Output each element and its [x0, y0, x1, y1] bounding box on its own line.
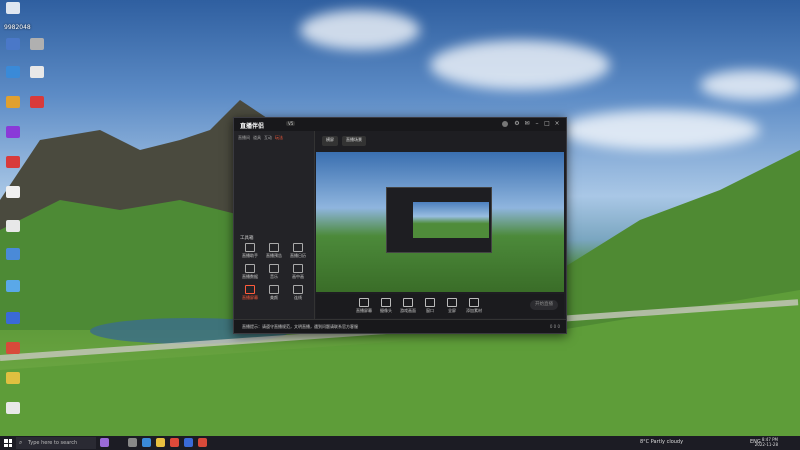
control-fullscreen[interactable]: 全屏	[442, 298, 462, 314]
close-icon[interactable]: ×	[554, 121, 560, 127]
clock-date: 2022-11-28	[754, 442, 778, 447]
desktop-icon[interactable]	[2, 186, 24, 204]
tool-item[interactable]: 直播屏幕	[238, 285, 262, 301]
desktop-icon[interactable]	[26, 66, 48, 84]
tab-2[interactable]: 道具	[253, 135, 261, 143]
tab-1[interactable]: 直播间	[238, 135, 250, 143]
tool-item[interactable]: 直播助手	[238, 243, 262, 259]
taskbar-search[interactable]: ⌕ Type here to search	[16, 437, 96, 449]
chrome-icon[interactable]	[170, 438, 179, 447]
start-live-button[interactable]: 开始直播	[530, 300, 558, 310]
control-game[interactable]: 游戏画面	[398, 298, 418, 314]
search-icon: ⌕	[19, 439, 23, 446]
desktop-background: 9982048 直播伴侣 V5 ⚙ ✉ – □ × 直播间 道具 互动 玩法 工…	[0, 0, 800, 436]
tool-item[interactable]: 直播预告	[262, 243, 286, 259]
desktop-number: 9982048	[4, 24, 31, 31]
desktop-icon[interactable]	[2, 126, 24, 144]
tool-icon	[269, 264, 279, 273]
tool-icon	[245, 285, 255, 294]
tool-item[interactable]: 美颜	[262, 285, 286, 301]
tool-icon	[293, 264, 303, 273]
live-streaming-app-window[interactable]: 直播伴侣 V5 ⚙ ✉ – □ × 直播间 道具 互动 玩法 工具箱 直播助手 …	[233, 117, 567, 334]
tool-icon	[245, 243, 255, 252]
desktop-icon[interactable]	[2, 312, 24, 330]
nested-app-window	[386, 187, 492, 253]
search-placeholder: Type here to search	[28, 440, 78, 446]
preview-top-row: 横屏 直播场景	[322, 136, 366, 146]
desktop-icon[interactable]	[2, 2, 24, 20]
control-add-material[interactable]: 添加素材	[464, 298, 484, 314]
app-icon[interactable]	[184, 438, 193, 447]
desktop-icon[interactable]	[2, 280, 24, 298]
edge-icon[interactable]	[142, 438, 151, 447]
tool-item[interactable]: 连线	[286, 285, 310, 301]
status-metrics: 0 0 0	[549, 324, 560, 329]
taskbar: ⌕ Type here to search 8°C Partly cloudy …	[0, 436, 800, 450]
tool-icon	[269, 285, 279, 294]
app-icon[interactable]	[100, 438, 109, 447]
tab-4[interactable]: 玩法	[275, 135, 283, 143]
tool-item[interactable]: 音乐	[262, 264, 286, 280]
tool-icon	[269, 243, 279, 252]
clock[interactable]: 8:47 PM 2022-11-28	[755, 437, 778, 447]
side-tabs: 直播间 道具 互动 玩法	[238, 135, 310, 143]
windows-start-icon[interactable]	[4, 439, 12, 447]
scene-pill[interactable]: 直播场景	[342, 136, 366, 146]
desktop-icon[interactable]	[2, 96, 24, 114]
tool-grid: 直播助手 直播预告 直播日历 直播数据 音乐 画中画 直播屏幕 美颜 连线	[238, 243, 310, 301]
tab-3[interactable]: 互动	[264, 135, 272, 143]
control-bar: 直播屏幕 摄像头 游戏画面 窗口 全屏 添加素材 开始直播	[316, 294, 564, 318]
maximize-icon[interactable]: □	[544, 121, 550, 127]
desktop-icon[interactable]	[2, 372, 24, 390]
control-camera[interactable]: 摄像头	[376, 298, 396, 314]
tool-item[interactable]: 画中画	[286, 264, 310, 280]
status-text: 直播提示：请遵守直播规范，文明直播，遇到问题请联系官方客服	[242, 324, 358, 329]
nested-preview	[413, 202, 489, 238]
app-icon[interactable]	[198, 438, 207, 447]
message-icon[interactable]: ✉	[524, 121, 530, 127]
desktop-icon[interactable]	[2, 220, 24, 238]
control-window[interactable]: 窗口	[420, 298, 440, 314]
app-titlebar: 直播伴侣 V5 ⚙ ✉ – □ ×	[234, 118, 566, 131]
tool-icon	[293, 285, 303, 294]
orientation-pill[interactable]: 横屏	[322, 136, 338, 146]
desktop-icon[interactable]	[2, 248, 24, 266]
tool-item[interactable]: 直播数据	[238, 264, 262, 280]
control-screen[interactable]: 直播屏幕	[354, 298, 374, 314]
tool-icon	[293, 243, 303, 252]
toolbox-label: 工具箱	[240, 236, 254, 241]
tool-icon	[245, 264, 255, 273]
avatar[interactable]	[502, 121, 508, 127]
desktop-icon[interactable]	[2, 342, 24, 360]
desktop-icon[interactable]	[2, 402, 24, 420]
side-panel: 直播间 道具 互动 玩法 工具箱 直播助手 直播预告 直播日历 直播数据 音乐 …	[234, 131, 315, 333]
desktop-icon[interactable]	[2, 156, 24, 174]
desktop-icon[interactable]	[2, 66, 24, 84]
desktop-icon[interactable]	[26, 38, 48, 56]
task-view-icon[interactable]	[128, 438, 137, 447]
desktop-icon[interactable]	[2, 38, 24, 56]
tool-item[interactable]: 直播日历	[286, 243, 310, 259]
app-logo: 直播伴侣	[240, 123, 265, 130]
settings-icon[interactable]: ⚙	[514, 121, 520, 127]
explorer-icon[interactable]	[156, 438, 165, 447]
desktop-icon[interactable]	[26, 96, 48, 114]
version-badge: V5	[286, 121, 296, 126]
stream-preview[interactable]	[316, 152, 564, 292]
weather-widget[interactable]: 8°C Partly cloudy	[640, 439, 683, 445]
minimize-icon[interactable]: –	[534, 121, 540, 127]
status-bar: 直播提示：请遵守直播规范，文明直播，遇到问题请联系官方客服 0 0 0	[234, 319, 566, 333]
